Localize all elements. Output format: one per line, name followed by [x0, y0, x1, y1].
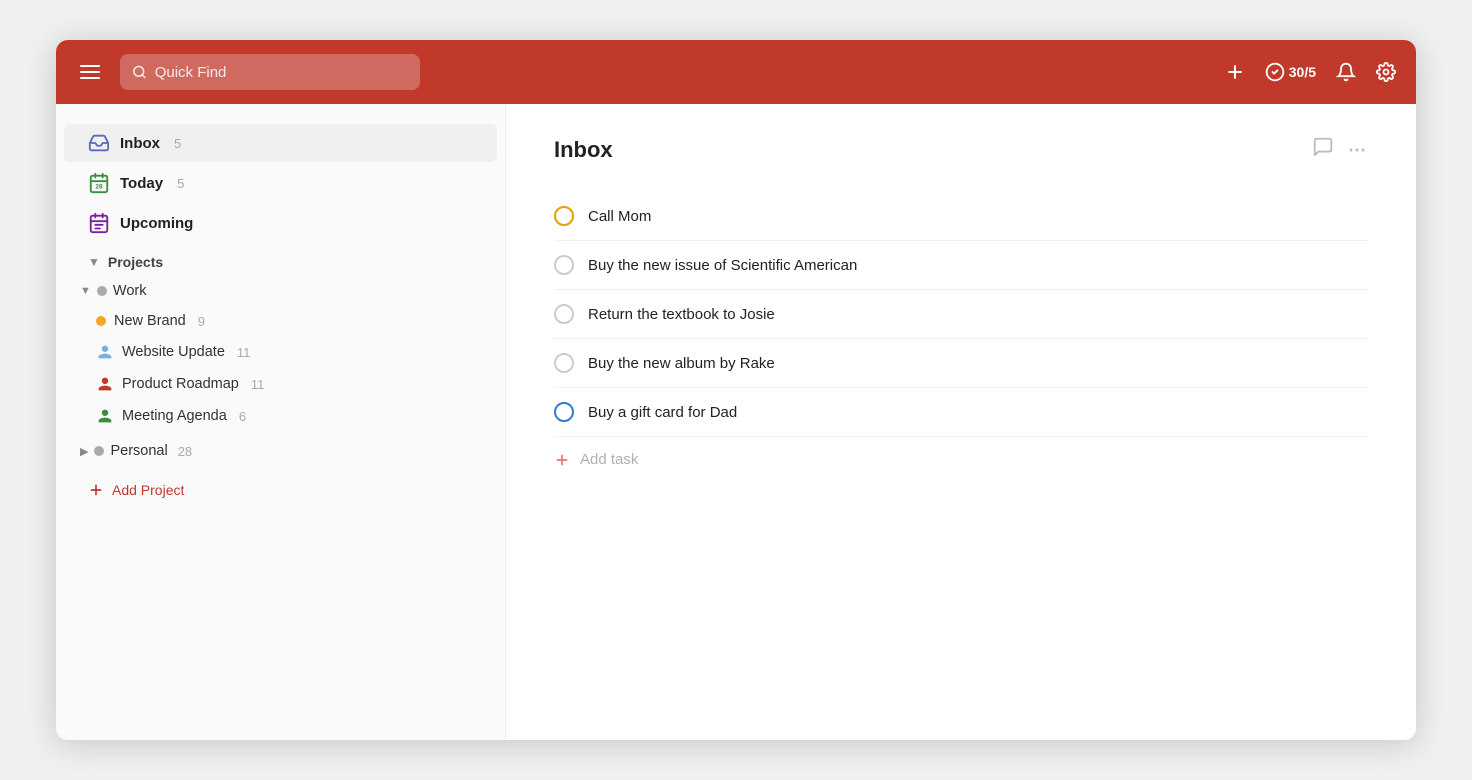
new-brand-count: 9	[198, 314, 205, 329]
comment-icon[interactable]	[1312, 136, 1334, 164]
calendar-icon: 28	[88, 172, 110, 194]
inbox-icon	[88, 132, 110, 154]
work-chevron-icon: ▼	[80, 285, 91, 297]
task-call-mom[interactable]: Call Mom	[554, 192, 1368, 241]
website-update-icon	[96, 343, 114, 361]
inbox-count: 5	[174, 136, 181, 151]
task-text-scientific-american: Buy the new issue of Scientific American	[588, 257, 857, 274]
task-list: Call Mom Buy the new issue of Scientific…	[554, 192, 1368, 482]
add-task-row[interactable]: Add task	[554, 437, 1368, 482]
search-input[interactable]	[155, 64, 408, 81]
sidebar-item-upcoming[interactable]: Upcoming	[64, 204, 497, 242]
work-dot	[97, 286, 107, 296]
personal-count: 28	[178, 444, 192, 459]
topbar-right: 30/5	[1225, 62, 1396, 82]
main-content: Inbox ⋯ Call Mom	[506, 104, 1416, 740]
karma-count: 30/5	[1289, 64, 1316, 80]
task-return-textbook[interactable]: Return the textbook to Josie	[554, 290, 1368, 339]
sidebar-item-today[interactable]: 28 Today 5	[64, 164, 497, 202]
meeting-agenda-icon	[96, 407, 114, 425]
more-options-icon[interactable]: ⋯	[1348, 140, 1368, 161]
upcoming-label: Upcoming	[120, 215, 193, 232]
header-actions: ⋯	[1312, 136, 1368, 164]
task-buy-scientific-american[interactable]: Buy the new issue of Scientific American	[554, 241, 1368, 290]
inbox-label: Inbox	[120, 135, 160, 152]
product-roadmap-count: 11	[251, 377, 265, 392]
today-label: Today	[120, 175, 163, 192]
task-buy-gift-card[interactable]: Buy a gift card for Dad	[554, 388, 1368, 437]
personal-label: Personal	[110, 443, 167, 459]
work-group-header[interactable]: ▼ Work	[64, 276, 497, 306]
project-website-update[interactable]: Website Update 11	[64, 336, 497, 368]
task-circle-call-mom	[554, 206, 574, 226]
task-circle-rake-album	[554, 353, 574, 373]
app-window: 30/5	[56, 40, 1416, 740]
search-icon	[132, 64, 147, 80]
project-new-brand[interactable]: New Brand 9	[64, 306, 497, 336]
add-project-label: Add Project	[112, 482, 184, 498]
personal-group-header[interactable]: ▶ Personal 28	[64, 436, 497, 466]
meeting-agenda-count: 6	[239, 409, 246, 424]
project-product-roadmap[interactable]: Product Roadmap 11	[64, 368, 497, 400]
add-button[interactable]	[1225, 62, 1245, 82]
today-count: 5	[177, 176, 184, 191]
new-brand-label: New Brand	[114, 313, 186, 329]
task-text-call-mom: Call Mom	[588, 208, 651, 225]
task-circle-return-textbook	[554, 304, 574, 324]
notifications-icon[interactable]	[1336, 62, 1356, 82]
task-circle-scientific-american	[554, 255, 574, 275]
page-title: Inbox	[554, 137, 1312, 163]
add-task-label: Add task	[580, 451, 638, 468]
website-update-count: 11	[237, 345, 251, 360]
personal-chevron-icon: ▶	[80, 445, 88, 458]
project-meeting-agenda[interactable]: Meeting Agenda 6	[64, 400, 497, 432]
projects-header[interactable]: ▼ Projects	[64, 244, 497, 276]
main-header: Inbox ⋯	[554, 136, 1368, 164]
projects-chevron: ▼	[88, 255, 100, 269]
sidebar: Inbox 5 28 Today 5	[56, 104, 506, 740]
upcoming-icon	[88, 212, 110, 234]
svg-text:28: 28	[95, 184, 103, 191]
personal-dot	[94, 446, 104, 456]
menu-icon[interactable]	[76, 61, 104, 83]
task-text-gift-card: Buy a gift card for Dad	[588, 404, 737, 421]
new-brand-dot	[96, 316, 106, 326]
task-text-return-textbook: Return the textbook to Josie	[588, 306, 775, 323]
karma-icon[interactable]: 30/5	[1265, 62, 1316, 82]
add-project-button[interactable]: Add Project	[64, 474, 497, 506]
work-label: Work	[113, 283, 147, 299]
website-update-label: Website Update	[122, 344, 225, 360]
settings-icon[interactable]	[1376, 62, 1396, 82]
task-buy-rake-album[interactable]: Buy the new album by Rake	[554, 339, 1368, 388]
sidebar-item-inbox[interactable]: Inbox 5	[64, 124, 497, 162]
product-roadmap-label: Product Roadmap	[122, 376, 239, 392]
app-body: Inbox 5 28 Today 5	[56, 104, 1416, 740]
task-circle-gift-card	[554, 402, 574, 422]
meeting-agenda-label: Meeting Agenda	[122, 408, 227, 424]
product-roadmap-icon	[96, 375, 114, 393]
task-text-rake-album: Buy the new album by Rake	[588, 355, 775, 372]
projects-header-label: Projects	[108, 254, 163, 270]
topbar: 30/5	[56, 40, 1416, 104]
search-bar[interactable]	[120, 54, 420, 90]
